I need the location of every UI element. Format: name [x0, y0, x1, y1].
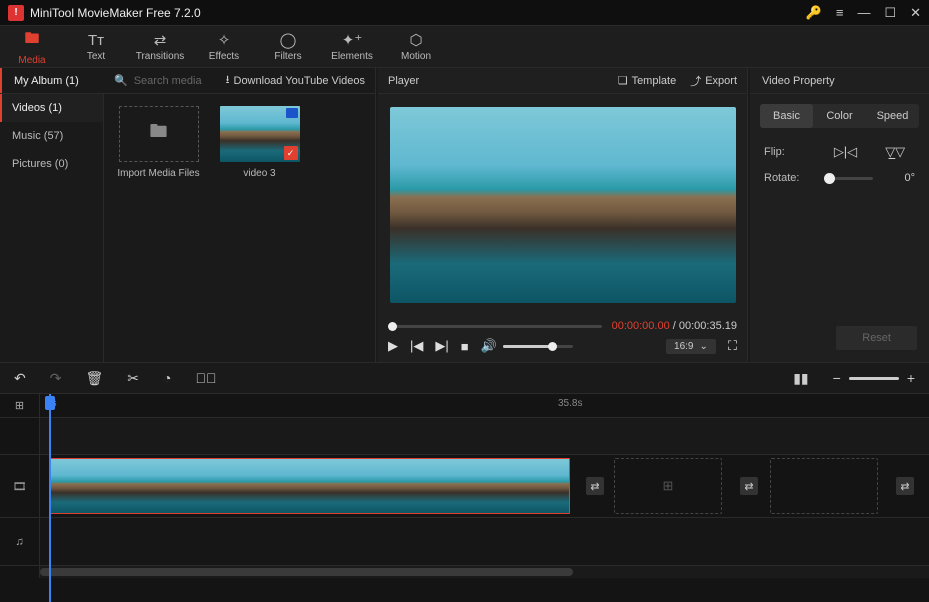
- category-music[interactable]: Music (57): [0, 122, 103, 150]
- volume-icon[interactable]: 🔊: [481, 338, 497, 354]
- folder-icon: 🖿: [24, 28, 39, 53]
- add-track-button[interactable]: ⊞: [0, 394, 40, 417]
- empty-clip-slot[interactable]: ⊞: [614, 458, 722, 514]
- video-badge-icon: [286, 108, 298, 118]
- category-videos[interactable]: Videos (1): [0, 94, 103, 122]
- search-input[interactable]: 🔍Search media: [104, 74, 226, 87]
- download-icon: ⭳: [226, 71, 230, 90]
- media-grid: 🖿 Import Media Files ✓ video 3: [104, 94, 375, 362]
- flip-vertical-button[interactable]: ▽̲▽: [885, 144, 905, 160]
- transition-button[interactable]: ⇄: [896, 477, 914, 495]
- next-frame-button[interactable]: ▶|: [435, 338, 448, 354]
- media-label: video 3: [243, 168, 275, 179]
- horizontal-scrollbar[interactable]: [40, 566, 929, 578]
- player-label: Player: [388, 75, 604, 87]
- elements-icon: ✦⁺: [342, 31, 363, 49]
- rotate-value: 0°: [885, 172, 915, 184]
- title-bar: ! MiniTool MovieMaker Free 7.2.0 🔑 ≡ — ☐…: [0, 0, 929, 26]
- video-track-icon[interactable]: 🎞: [0, 455, 40, 517]
- audio-track-icon[interactable]: ♫: [0, 518, 40, 565]
- media-panel: My Album (1) 🔍Search media ⭳Download You…: [0, 68, 376, 362]
- delete-button[interactable]: 🗑: [85, 370, 103, 387]
- checkmark-icon: ✓: [284, 146, 298, 160]
- tab-speed[interactable]: Speed: [866, 104, 919, 128]
- play-button[interactable]: ▶: [388, 338, 398, 354]
- tab-elements[interactable]: ✦⁺Elements: [320, 26, 384, 67]
- reset-button[interactable]: Reset: [836, 326, 917, 350]
- fullscreen-button[interactable]: ⛶: [728, 338, 737, 354]
- aspect-ratio-select[interactable]: 16:9⌄: [666, 339, 716, 354]
- rotate-slider[interactable]: [824, 177, 873, 180]
- player-panel: Player ❏Template ⤴Export 00:00:00.00 / 0…: [378, 68, 748, 362]
- audio-indicator-icon[interactable]: ▮▮: [793, 370, 808, 387]
- tab-motion[interactable]: ⬡Motion: [384, 26, 448, 67]
- export-icon: ⤴: [690, 73, 701, 89]
- zoom-slider[interactable]: [849, 377, 899, 380]
- split-button[interactable]: ✂: [127, 370, 139, 387]
- tab-basic[interactable]: Basic: [760, 104, 813, 128]
- folder-icon: 🖿: [150, 119, 168, 149]
- minimize-icon[interactable]: —: [857, 5, 870, 20]
- motion-icon: ⬡: [409, 31, 422, 49]
- timeline-toolbar: ↶ ↷ 🗑 ✂ ◔ ✂⃞ ▮▮ − +: [0, 362, 929, 394]
- empty-clip-slot[interactable]: [770, 458, 878, 514]
- import-label: Import Media Files: [117, 168, 199, 179]
- playhead[interactable]: [49, 394, 51, 602]
- stop-button[interactable]: ■: [461, 339, 469, 354]
- app-title: MiniTool MovieMaker Free 7.2.0: [30, 6, 806, 20]
- zoom-in-button[interactable]: +: [907, 370, 915, 386]
- category-pictures[interactable]: Pictures (0): [0, 150, 103, 178]
- video-clip[interactable]: [50, 458, 570, 514]
- volume-slider[interactable]: [503, 345, 573, 348]
- tab-color[interactable]: Color: [813, 104, 866, 128]
- redo-button[interactable]: ↷: [50, 370, 62, 387]
- import-media-button[interactable]: 🖿: [119, 106, 199, 162]
- crop-button[interactable]: ✂⃞: [195, 370, 216, 386]
- album-tab[interactable]: My Album (1): [0, 68, 104, 93]
- property-panel: Video Property Basic Color Speed Flip: ▷…: [750, 68, 929, 362]
- flip-horizontal-button[interactable]: ▷|◁: [834, 144, 857, 160]
- rotate-label: Rotate:: [764, 172, 812, 184]
- audio-track[interactable]: [40, 518, 929, 565]
- tab-text[interactable]: TᴛText: [64, 26, 128, 67]
- prev-frame-button[interactable]: |◀: [410, 338, 423, 354]
- template-button[interactable]: ❏Template: [618, 74, 677, 87]
- maximize-icon[interactable]: ☐: [884, 5, 896, 21]
- tab-effects[interactable]: ✧Effects: [192, 26, 256, 67]
- seek-slider[interactable]: [388, 325, 602, 328]
- effects-icon: ✧: [218, 31, 231, 49]
- category-list: Videos (1) Music (57) Pictures (0): [0, 94, 104, 362]
- tab-filters[interactable]: ◯Filters: [256, 26, 320, 67]
- close-icon[interactable]: ✕: [910, 5, 921, 21]
- property-title: Video Property: [750, 68, 929, 94]
- main-toolbar: 🖿Media TᴛText ⇄Transitions ✧Effects ◯Fil…: [0, 26, 929, 68]
- export-button[interactable]: ⤴Export: [690, 73, 737, 89]
- media-thumbnail[interactable]: ✓: [220, 106, 300, 162]
- filters-icon: ◯: [280, 31, 297, 49]
- transition-button[interactable]: ⇄: [586, 477, 604, 495]
- transition-button[interactable]: ⇄: [740, 477, 758, 495]
- preview-area: [378, 94, 747, 316]
- search-icon: 🔍: [114, 74, 128, 87]
- timecode: 00:00:00.00 / 00:00:35.19: [612, 320, 737, 332]
- template-icon: ❏: [618, 74, 628, 87]
- undo-button[interactable]: ↶: [14, 370, 26, 387]
- chevron-down-icon: ⌄: [700, 341, 708, 352]
- menu-icon[interactable]: ≡: [836, 5, 844, 20]
- tab-transitions[interactable]: ⇄Transitions: [128, 26, 192, 67]
- transitions-icon: ⇄: [154, 31, 167, 49]
- app-logo: !: [8, 5, 24, 21]
- speed-button[interactable]: ◔: [163, 370, 171, 386]
- text-icon: Tᴛ: [88, 32, 104, 49]
- flip-label: Flip:: [764, 146, 812, 158]
- key-icon[interactable]: 🔑: [806, 5, 822, 21]
- tab-media[interactable]: 🖿Media: [0, 26, 64, 67]
- download-youtube-link[interactable]: ⭳Download YouTube Videos: [226, 71, 375, 90]
- property-tabs: Basic Color Speed: [760, 104, 919, 128]
- timeline: ⊞ 0s 35.8s 🎞 ⇄ ⊞ ⇄ ⇄ ♫: [0, 394, 929, 602]
- preview-image[interactable]: [390, 107, 736, 303]
- time-ruler[interactable]: 0s 35.8s: [40, 394, 929, 417]
- zoom-out-button[interactable]: −: [833, 370, 841, 386]
